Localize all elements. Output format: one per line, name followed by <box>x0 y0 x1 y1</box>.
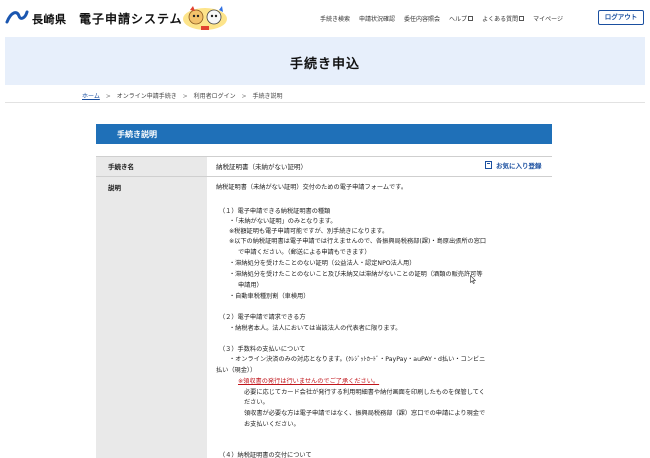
row-divider <box>96 176 552 177</box>
nav-procedure-search[interactable]: 手続き検索 <box>320 14 350 23</box>
site-header: 長崎県 電子申請システム 手続き検索 申請状況確認 委任内容照会 ヘルプ よくあ… <box>0 0 650 36</box>
section-1-line: ・「未納がない証明」のみとなります。 <box>229 218 337 225</box>
section-3-line: お支払いください。 <box>244 421 300 428</box>
label-column <box>96 156 207 458</box>
procedure-name-value: 納税証明書（未納がない証明） <box>216 163 307 171</box>
description-intro: 納税証明書（未納がない証明）交付のための電子申請フォームです。 <box>216 184 408 191</box>
procedure-name-label: 手続き名 <box>108 163 134 171</box>
prefecture-name: 長崎県 <box>32 13 67 26</box>
section-3-line: ・オンライン決済のみの対応となります。(ｸﾚｼﾞｯﾄｶｰﾄﾞ・PayPay・au… <box>229 356 486 363</box>
section-2-title: （２）電子申請で請求できる方 <box>219 314 306 321</box>
breadcrumb: ホーム > オンライン申請手続き > 利用者ログイン > 手続き説明 <box>82 91 283 100</box>
logout-button[interactable]: ログアウト <box>598 10 644 25</box>
title-band: 手続き申込 <box>5 37 645 85</box>
breadcrumb-divider <box>5 102 645 103</box>
bookmark-icon <box>485 161 492 169</box>
section-1-line: ・滞納処分を受けたことのない証明（公益法人・認定NPO法人用） <box>229 260 416 267</box>
external-link-icon <box>468 16 474 21</box>
nav-faq[interactable]: よくある質問 <box>482 14 525 23</box>
mouse-pointer-icon <box>470 275 476 284</box>
nav-delegation-inquiry[interactable]: 委任内容照会 <box>404 14 440 23</box>
page-title: 手続き申込 <box>289 57 360 72</box>
external-link-icon <box>519 16 525 21</box>
section-2-line: ・納税者本人。法人においては当該法人の代表者に限ります。 <box>229 325 402 332</box>
nav-mypage[interactable]: マイページ <box>533 14 563 23</box>
description-label: 説明 <box>108 184 121 192</box>
mascot-illustration-icon <box>183 6 227 30</box>
receipt-warning-note: ※領収書の発行は行いませんのでご了承ください。 <box>238 378 380 385</box>
section-3-line: 領収書が必要な方は電子申請ではなく、振興局税務部（課）窓口での申請により現金で <box>244 410 486 417</box>
section-1-line: ・自動車税種別割（車検用） <box>229 293 310 300</box>
section-header: 手続き説明 <box>96 124 552 144</box>
breadcrumb-online-procedures: オンライン申請手続き <box>116 93 177 100</box>
section-1-title: （１）電子申請できる納税証明書の種類 <box>219 208 331 215</box>
section-3-line: 払い（現金）） <box>216 367 257 374</box>
section-3-title: （３）手数料の支払いについて <box>219 346 306 353</box>
chevron-right-icon: > <box>241 93 247 100</box>
section-4-title: （４）納税証明書の交付について <box>219 452 312 458</box>
system-name[interactable]: 電子申請システム <box>79 10 183 27</box>
nagasaki-logo-icon <box>5 10 29 24</box>
global-nav: 手続き検索 申請状況確認 委任内容照会 ヘルプ よくある質問 マイページ <box>320 14 563 23</box>
breadcrumb-current: 手続き説明 <box>252 93 283 100</box>
add-favorite-button[interactable]: お気に入り登録 <box>485 160 542 170</box>
section-3-line: ださい。 <box>244 399 269 406</box>
section-3-line: 必要に応じてカード会社が発行する利用明細書や納付画面を印刷したものを保管してく <box>244 389 485 396</box>
chevron-right-icon: > <box>105 93 111 100</box>
section-1-line: で申請ください。（郵送による申請もできます） <box>238 249 371 256</box>
row-divider <box>96 156 552 157</box>
chevron-right-icon: > <box>182 93 188 100</box>
section-1-line: ・滞納処分を受けたことのないこと及び未納又は滞納がないことの証明（酒類の販売許可… <box>229 271 483 278</box>
nav-application-status[interactable]: 申請状況確認 <box>359 14 395 23</box>
nav-help[interactable]: ヘルプ <box>449 14 474 23</box>
breadcrumb-home-link[interactable]: ホーム <box>82 93 100 100</box>
section-1-line: ※以下の納税証明書は電子申請では行えませんので、各振興局税務部(課)・島原出張所… <box>229 238 487 245</box>
breadcrumb-user-login: 利用者ログイン <box>193 93 236 100</box>
section-1-line: ※税額証明も電子申請可能ですが、別手続きになります。 <box>229 228 389 235</box>
section-title: 手続き説明 <box>117 130 157 139</box>
section-1-line: 申請用） <box>238 282 263 289</box>
